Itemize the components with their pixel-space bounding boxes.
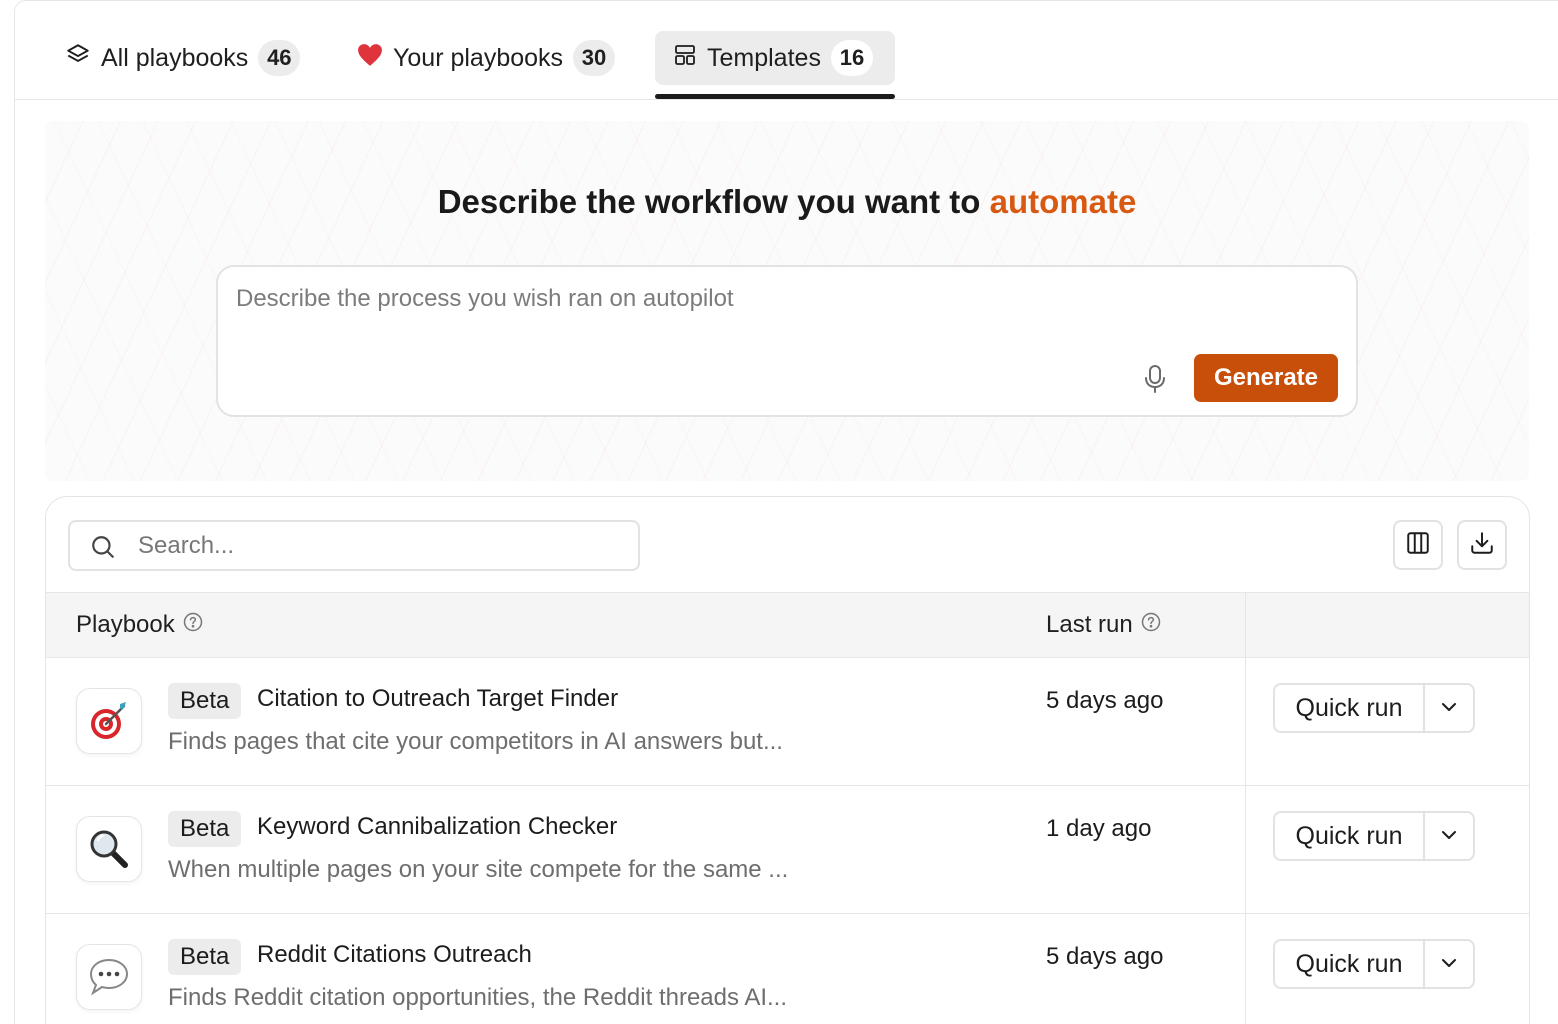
- column-header-last-run[interactable]: Last run: [1046, 611, 1161, 639]
- download-button[interactable]: [1457, 520, 1507, 570]
- speech-bubble-icon: [76, 944, 142, 1010]
- chevron-down-icon: [1440, 829, 1458, 844]
- table-header: Playbook Last run: [46, 592, 1529, 658]
- download-icon: [1469, 530, 1495, 561]
- search-icon: [90, 534, 116, 565]
- search-input[interactable]: [138, 532, 618, 560]
- search-box: [68, 520, 640, 571]
- beta-badge: Beta: [168, 683, 242, 719]
- quick-run-menu-button[interactable]: [1425, 941, 1473, 987]
- tab-bar: All playbooks 46 Your playbooks 30 Templ…: [15, 1, 1558, 100]
- target-icon: [76, 688, 142, 754]
- table-row[interactable]: Beta Reddit Citations Outreach Finds Red…: [46, 914, 1529, 1024]
- beta-badge: Beta: [168, 939, 242, 975]
- generate-button[interactable]: Generate: [1194, 354, 1338, 402]
- heart-icon: [357, 43, 383, 74]
- hero-title: Describe the workflow you want to automa…: [45, 183, 1529, 221]
- quick-run-split-button: Quick run: [1273, 683, 1475, 733]
- quick-run-button[interactable]: Quick run: [1275, 685, 1425, 731]
- active-tab-indicator: [655, 94, 895, 99]
- quick-run-menu-button[interactable]: [1425, 685, 1473, 731]
- tab-count: 46: [258, 40, 301, 76]
- chevron-down-icon: [1440, 701, 1458, 716]
- playbook-description: Finds Reddit citation opportunities, the…: [168, 984, 788, 1011]
- playbook-title[interactable]: Keyword Cannibalization Checker: [257, 813, 617, 841]
- beta-badge: Beta: [168, 811, 242, 847]
- tab-label: Your playbooks: [393, 43, 564, 72]
- tab-count: 16: [830, 40, 873, 76]
- last-run-value: 5 days ago: [1046, 687, 1164, 714]
- tab-your-playbooks[interactable]: Your playbooks 30: [339, 31, 633, 85]
- column-label: Last run: [1046, 611, 1133, 638]
- tab-count: 30: [573, 40, 616, 76]
- playbook-title[interactable]: Citation to Outreach Target Finder: [257, 685, 618, 713]
- chevron-down-icon: [1440, 957, 1458, 972]
- tab-label: Templates: [707, 43, 821, 72]
- last-run-value: 5 days ago: [1046, 943, 1164, 970]
- quick-run-split-button: Quick run: [1273, 811, 1475, 861]
- playbook-title[interactable]: Reddit Citations Outreach: [257, 941, 532, 969]
- column-label: Playbook: [76, 611, 175, 638]
- workflow-description-input[interactable]: [236, 285, 1336, 345]
- table-row[interactable]: Beta Keyword Cannibalization Checker Whe…: [46, 786, 1529, 914]
- column-header-playbook[interactable]: Playbook: [76, 611, 203, 639]
- tab-all-playbooks[interactable]: All playbooks 46: [47, 31, 318, 85]
- columns-icon: [1405, 530, 1431, 561]
- hero-title-accent: automate: [989, 183, 1137, 220]
- magnifying-glass-icon: [76, 816, 142, 882]
- app-frame: All playbooks 46 Your playbooks 30 Templ…: [14, 0, 1558, 1024]
- workflow-prompt-box: Generate: [216, 265, 1358, 417]
- workflow-generator: Describe the workflow you want to automa…: [45, 121, 1529, 481]
- layers-icon: [65, 42, 91, 75]
- playbooks-table-card: Playbook Last run Beta: [45, 496, 1530, 1024]
- microphone-icon[interactable]: [1142, 363, 1168, 395]
- playbook-description: When multiple pages on your site compete…: [168, 856, 789, 883]
- hero-title-text: Describe the workflow you want to: [437, 183, 990, 220]
- columns-button[interactable]: [1393, 520, 1443, 570]
- quick-run-menu-button[interactable]: [1425, 813, 1473, 859]
- template-icon: [673, 43, 697, 74]
- playbook-description: Finds pages that cite your competitors i…: [168, 728, 783, 755]
- tab-label: All playbooks: [101, 43, 249, 72]
- table-row[interactable]: Beta Citation to Outreach Target Finder …: [46, 658, 1529, 786]
- help-icon[interactable]: [183, 611, 203, 639]
- help-icon[interactable]: [1141, 611, 1161, 639]
- quick-run-split-button: Quick run: [1273, 939, 1475, 989]
- tab-templates[interactable]: Templates 16: [655, 31, 895, 85]
- quick-run-button[interactable]: Quick run: [1275, 813, 1425, 859]
- quick-run-button[interactable]: Quick run: [1275, 941, 1425, 987]
- last-run-value: 1 day ago: [1046, 815, 1152, 842]
